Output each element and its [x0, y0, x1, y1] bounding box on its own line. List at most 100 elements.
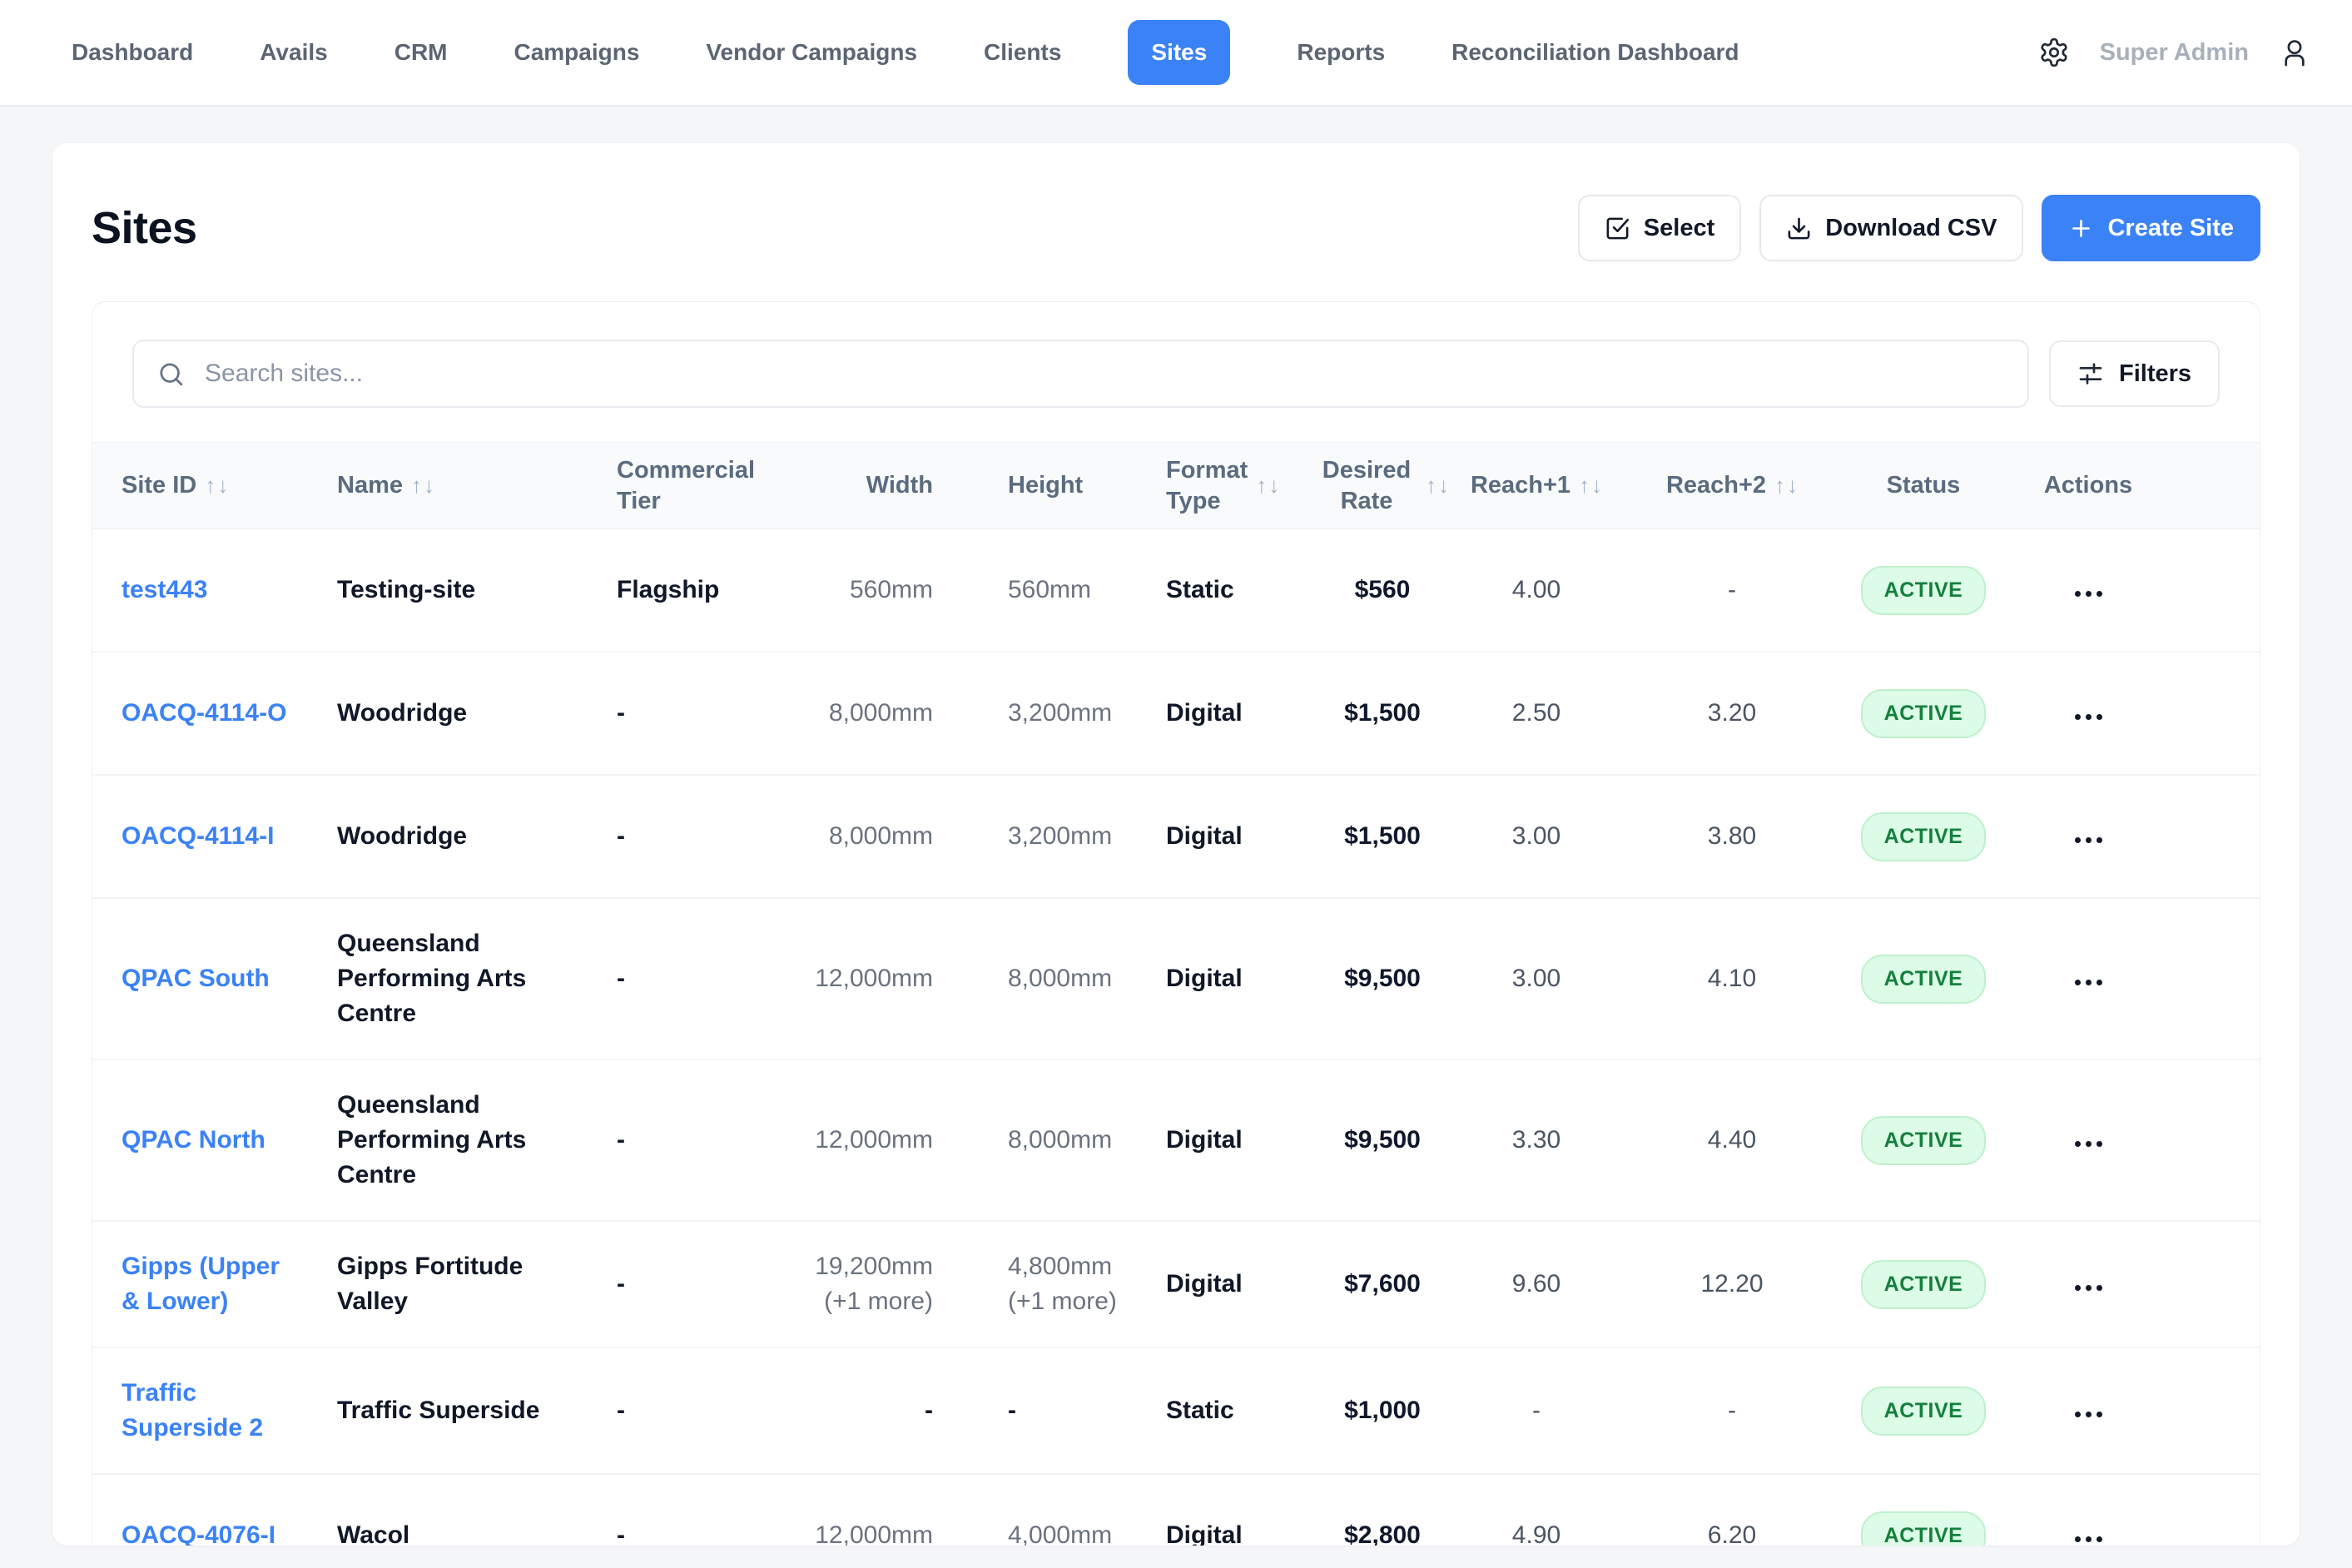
download-csv-button[interactable]: Download CSV	[1759, 195, 2023, 261]
cell-name: Queensland Performing Arts Centre	[325, 1088, 604, 1193]
table-row: QPAC North Queensland Performing Arts Cen…	[92, 1060, 2260, 1222]
site-id-link[interactable]: Gipps (Upper & Lower)	[122, 1253, 280, 1315]
ellipsis-icon	[2096, 714, 2102, 720]
nav-item-clients[interactable]: Clients	[984, 39, 1061, 66]
column-header-format-type[interactable]: Format Type ↑↓	[1124, 455, 1316, 517]
cell-format_type: Digital	[1124, 696, 1316, 731]
status-badge: ACTIVE	[1861, 955, 1987, 1004]
status-badge: ACTIVE	[1861, 1387, 1987, 1436]
cell-width: 8,000mm	[800, 819, 937, 854]
cell-name: Traffic Superside	[325, 1393, 604, 1428]
column-header-reach-1[interactable]: Reach+1↑↓	[1449, 470, 1624, 501]
sort-desc-icon[interactable]: ↓	[1268, 470, 1279, 501]
nav-item-dashboard[interactable]: Dashboard	[72, 39, 193, 66]
sort-desc-icon[interactable]: ↓	[424, 470, 434, 501]
cell-reach_plus_2: 4.10	[1624, 961, 1840, 996]
sort-control-format-type[interactable]: ↑↓	[1256, 470, 1279, 501]
site-id-link[interactable]: QPAC South	[122, 965, 270, 992]
sort-asc-icon[interactable]: ↑	[411, 470, 422, 501]
column-header-reach-2[interactable]: Reach+2↑↓	[1624, 470, 1840, 501]
sort-desc-icon[interactable]: ↓	[217, 470, 228, 501]
row-actions-button[interactable]	[2063, 1129, 2114, 1159]
sort-asc-icon[interactable]: ↑	[1426, 470, 1437, 501]
select-button[interactable]: Select	[1578, 195, 1741, 261]
cell-name: Gipps Fortitude Valley	[325, 1249, 604, 1319]
row-actions-button[interactable]	[2063, 702, 2114, 732]
sort-control-desired-rate[interactable]: ↑↓	[1426, 470, 1449, 501]
sort-asc-icon[interactable]: ↑	[1774, 470, 1785, 501]
filters-button[interactable]: Filters	[2049, 340, 2220, 407]
row-actions-button[interactable]	[2063, 1400, 2114, 1429]
search-input[interactable]	[203, 359, 2004, 389]
row-actions-button[interactable]	[2063, 1525, 2114, 1546]
cell-actions	[2007, 572, 2260, 608]
reach-plus-2-text: 3.20	[1708, 699, 1756, 727]
nav-item-campaigns[interactable]: Campaigns	[514, 39, 639, 66]
gear-icon	[2038, 37, 2070, 68]
row-actions-button[interactable]	[2063, 579, 2114, 608]
format-type-text: Digital	[1166, 965, 1243, 992]
header-actions: Select Download CSV Create Site	[1578, 195, 2260, 261]
sort-control-reach-2[interactable]: ↑↓	[1774, 470, 1798, 501]
site-id-link[interactable]: QPAC North	[122, 1126, 265, 1154]
status-badge: ACTIVE	[1861, 812, 1987, 861]
nav-item-avails[interactable]: Avails	[260, 39, 327, 66]
site-id-link[interactable]: Traffic Superside 2	[122, 1379, 263, 1441]
site-name-text: Woodridge	[337, 822, 467, 850]
site-id-link[interactable]: OACQ-4114-I	[122, 822, 274, 850]
ellipsis-icon	[2075, 980, 2081, 985]
sort-asc-icon[interactable]: ↑	[1579, 470, 1590, 501]
column-header-site-id[interactable]: Site ID↑↓	[92, 470, 325, 501]
column-label: Commercial Tier	[617, 455, 755, 517]
nav-right: Super Admin	[2038, 37, 2310, 68]
reach-plus-2-text: 4.10	[1708, 965, 1756, 992]
sort-asc-icon[interactable]: ↑	[205, 470, 216, 501]
sort-control-name[interactable]: ↑↓	[411, 470, 434, 501]
row-actions-button[interactable]	[2063, 826, 2114, 855]
reach-plus-2-text: 6.20	[1708, 1521, 1756, 1546]
cell-actions	[2007, 1517, 2260, 1546]
ellipsis-icon	[2096, 1536, 2102, 1542]
ellipsis-icon	[2096, 1141, 2102, 1147]
reach-plus-2-text: 12.20	[1700, 1270, 1763, 1298]
site-name-text: Traffic Superside	[337, 1397, 539, 1424]
cell-desired_rate: $2,800	[1316, 1518, 1449, 1546]
column-label: Format Type	[1166, 455, 1248, 517]
sort-control-reach-1[interactable]: ↑↓	[1579, 470, 1602, 501]
nav-item-vendor-campaigns[interactable]: Vendor Campaigns	[706, 39, 917, 66]
cell-status: ACTIVE	[1840, 1511, 2007, 1546]
commercial-tier-text: -	[617, 822, 625, 850]
account-button[interactable]	[2279, 37, 2310, 68]
height-value: 3,200mm	[1008, 699, 1112, 727]
sort-control-site-id[interactable]: ↑↓	[205, 470, 228, 501]
create-site-button[interactable]: Create Site	[2042, 195, 2260, 261]
status-badge: ACTIVE	[1861, 1116, 1987, 1165]
cell-commercial_tier: Flagship	[604, 573, 800, 608]
cell-status: ACTIVE	[1840, 566, 2007, 615]
sort-desc-icon[interactable]: ↓	[1438, 470, 1449, 501]
cell-reach_plus_1: -	[1449, 1393, 1624, 1428]
column-label: Actions	[2044, 470, 2132, 501]
site-id-link[interactable]: OACQ-4076-I	[122, 1521, 275, 1546]
row-actions-button[interactable]	[2063, 1273, 2114, 1303]
sort-asc-icon[interactable]: ↑	[1256, 470, 1267, 501]
nav-item-reports[interactable]: Reports	[1297, 39, 1385, 66]
cell-name: Woodridge	[325, 819, 604, 854]
cell-width: 19,200mm(+1 more)	[800, 1249, 937, 1319]
cell-desired_rate: $9,500	[1316, 1123, 1449, 1158]
nav-item-sites[interactable]: Sites	[1128, 20, 1230, 85]
nav-item-crm[interactable]: CRM	[394, 39, 448, 66]
row-actions-button[interactable]	[2063, 968, 2114, 997]
reach-plus-1-text: 3.30	[1512, 1126, 1561, 1154]
nav-item-reconciliation-dashboard[interactable]: Reconciliation Dashboard	[1451, 39, 1739, 66]
settings-button[interactable]	[2038, 37, 2070, 68]
sort-desc-icon[interactable]: ↓	[1787, 470, 1798, 501]
site-id-link[interactable]: test443	[122, 576, 207, 603]
site-id-link[interactable]: OACQ-4114-O	[122, 699, 286, 727]
width-value: 19,200mm	[815, 1253, 933, 1280]
sort-desc-icon[interactable]: ↓	[1591, 470, 1602, 501]
column-header-actions: Actions	[2007, 470, 2260, 501]
column-header-name[interactable]: Name↑↓	[325, 470, 604, 501]
column-header-desired-rate[interactable]: Desired Rate↑↓	[1316, 455, 1449, 517]
ellipsis-icon	[2086, 1412, 2091, 1417]
